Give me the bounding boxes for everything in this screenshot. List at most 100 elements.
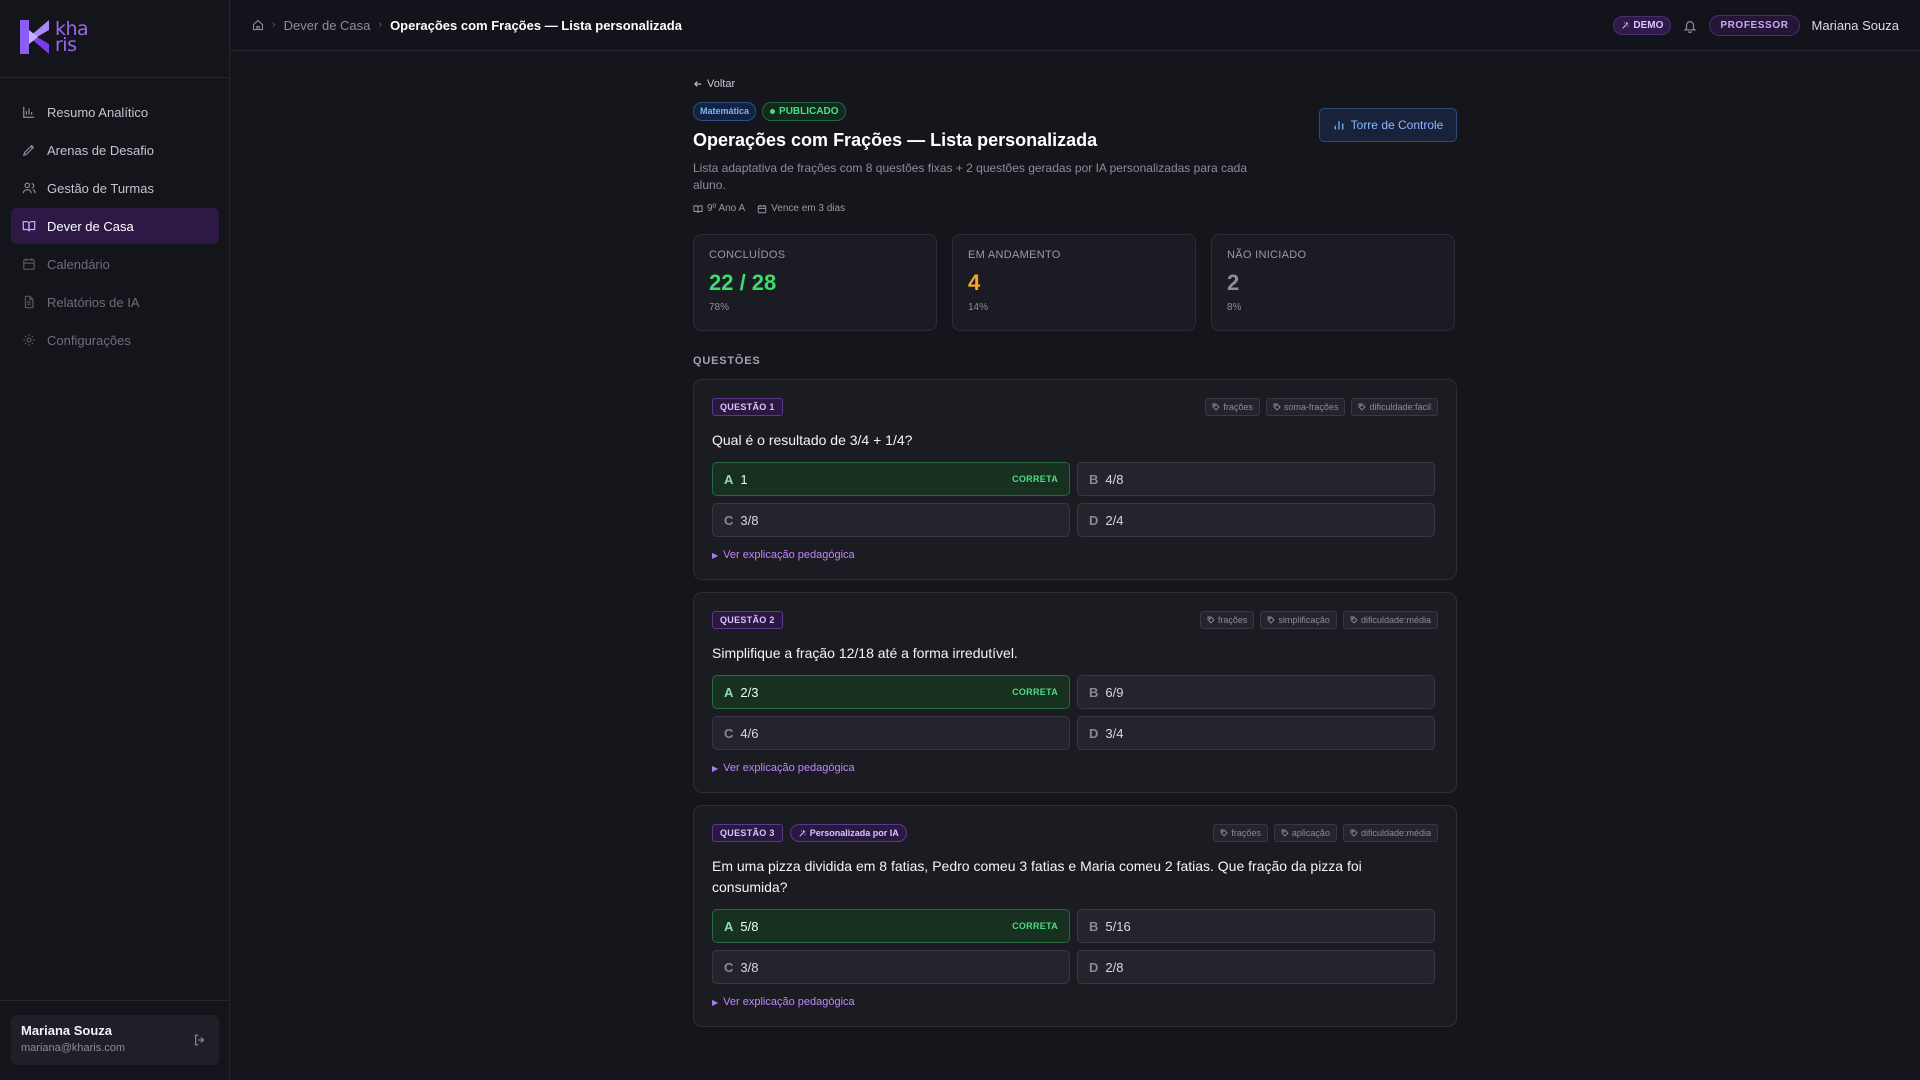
demo-badge: DEMO	[1613, 16, 1672, 35]
sidebar-item-label: Relatórios de IA	[47, 294, 140, 310]
correct-badge: CORRETA	[1012, 474, 1058, 484]
stats-row: CONCLUÍDOS 22 / 28 78% EM ANDAMENTO 4 14…	[693, 234, 1457, 331]
control-tower-button[interactable]: Torre de Controle	[1319, 108, 1457, 142]
option-b[interactable]: B 4/8	[1077, 462, 1435, 496]
user-email: mariana@kharis.com	[21, 1042, 126, 1054]
option-letter: B	[1089, 684, 1099, 700]
stat-value: 4	[968, 270, 981, 295]
option-c[interactable]: C 3/8	[712, 950, 1070, 984]
sidebar-divider	[0, 1000, 229, 1001]
class-label: 9º Ano A	[707, 203, 746, 214]
tag-label: dificuldade:fácil	[1369, 402, 1431, 412]
tag-label: frações	[1217, 615, 1248, 625]
option-text: 4/6	[740, 725, 759, 741]
question-options: A 2/3 CORRETA B 6/9 C 4/6 D 3/4	[712, 675, 1438, 750]
tag-icon	[1212, 403, 1221, 411]
question-text: Simplifique a fração 12/18 até a forma i…	[712, 645, 1018, 661]
tag-label: dificuldade:média	[1360, 828, 1431, 838]
tag-icon	[1273, 403, 1281, 411]
back-link[interactable]: Voltar	[693, 78, 1457, 90]
option-text: 2/8	[1105, 959, 1124, 975]
logout-icon[interactable]	[193, 1033, 207, 1047]
stat-percent: 14%	[968, 302, 989, 313]
tag-label: simplificação	[1278, 615, 1330, 625]
topbar-actions: DEMO PROFESSOR Mariana Souza	[1613, 0, 1899, 51]
sidebar-item-gestao-de-turmas[interactable]: Gestão de Turmas	[11, 170, 219, 206]
option-c[interactable]: C 4/6	[712, 716, 1070, 750]
option-letter: C	[724, 725, 734, 741]
option-text: 2/3	[740, 684, 759, 700]
option-b[interactable]: B 6/9	[1077, 675, 1435, 709]
question-options: A 5/8 CORRETA B 5/16 C 3/8 D 2/8	[712, 909, 1438, 984]
tag-label: frações	[1231, 828, 1261, 838]
question-card: QUESTÃO 1 frações soma-frações dificulda…	[693, 379, 1457, 580]
sidebar-item-configuracoes[interactable]: Configurações	[11, 322, 219, 358]
option-c[interactable]: C 3/8	[712, 503, 1070, 537]
tag: soma-frações	[1265, 398, 1346, 416]
explanation-toggle-label: Ver explicação pedagógica	[723, 549, 855, 561]
subject-badge: Matemática	[693, 102, 757, 121]
sidebar-item-resumo-analitico[interactable]: Resumo Analítico	[11, 94, 219, 130]
main-content: Voltar Matemática PUBLICADO Operações co…	[693, 78, 1457, 1027]
triangle-right-icon: ▶	[712, 763, 719, 773]
option-letter: D	[1089, 959, 1099, 975]
breadcrumb: › Dever de Casa › Operações com Frações …	[252, 18, 682, 33]
explanation-toggle[interactable]: ▶ Ver explicação pedagógica	[712, 549, 1438, 561]
sidebar-item-relatorios-de-ia[interactable]: Relatórios de IA	[11, 284, 219, 320]
chevron-right-icon: ›	[378, 19, 383, 31]
option-text: 2/4	[1105, 512, 1124, 528]
explanation-toggle-label: Ver explicação pedagógica	[723, 996, 855, 1008]
home-icon[interactable]	[252, 19, 264, 31]
user-card: Mariana Souza mariana@kharis.com	[11, 1015, 219, 1065]
sidebar-item-arenas-de-desafio[interactable]: Arenas de Desafio	[11, 132, 219, 168]
tag-label: frações	[1223, 402, 1253, 412]
topbar-user-name[interactable]: Mariana Souza	[1812, 18, 1899, 33]
sparkle-icon	[1622, 22, 1630, 29]
sidebar-item-label: Calendário	[47, 256, 110, 272]
option-b[interactable]: B 5/16	[1077, 909, 1435, 943]
due-info: Vence em 3 dias	[757, 203, 845, 214]
option-text: 3/8	[740, 959, 759, 975]
option-text: 5/16	[1105, 918, 1131, 934]
option-a[interactable]: A 5/8 CORRETA	[712, 909, 1070, 943]
option-a[interactable]: A 2/3 CORRETA	[712, 675, 1070, 709]
question-text: Qual é o resultado de 3/4 + 1/4?	[712, 432, 913, 448]
sidebar-item-calendario[interactable]: Calendário	[11, 246, 219, 282]
breadcrumb-item-dever-de-casa[interactable]: Dever de Casa	[284, 18, 371, 33]
book-open-icon	[22, 221, 36, 232]
bell-icon[interactable]	[1683, 19, 1697, 33]
tag: simplificação	[1260, 611, 1337, 629]
option-letter: A	[724, 471, 734, 487]
question-tags: frações aplicação dificuldade:média	[1213, 824, 1438, 842]
arrow-left-icon	[694, 81, 702, 87]
status-dot	[770, 109, 776, 114]
tag: frações	[1199, 611, 1255, 629]
option-d[interactable]: D 3/4	[1077, 716, 1435, 750]
sidebar-divider	[0, 77, 229, 78]
stat-card-em-andamento: EM ANDAMENTO 4 14%	[952, 234, 1196, 331]
pen-icon	[22, 144, 35, 157]
tag-icon	[1281, 829, 1289, 837]
sidebar-item-label: Gestão de Turmas	[47, 180, 154, 196]
tag-icon	[1220, 829, 1229, 837]
explanation-toggle[interactable]: ▶ Ver explicação pedagógica	[712, 996, 1438, 1008]
class-info: 9º Ano A	[693, 203, 745, 214]
explanation-toggle[interactable]: ▶ Ver explicação pedagógica	[712, 762, 1438, 774]
stat-value: 22 / 28	[709, 270, 777, 295]
assignment-meta: 9º Ano A Vence em 3 dias	[693, 203, 1457, 214]
question-card: QUESTÃO 2 frações simplificação dificuld…	[693, 592, 1457, 793]
option-d[interactable]: D 2/8	[1077, 950, 1435, 984]
question-tags: frações soma-frações dificuldade:fácil	[1205, 398, 1438, 416]
sidebar-item-dever-de-casa[interactable]: Dever de Casa	[11, 208, 219, 244]
ai-personalized-badge: Personalizada por IA	[789, 824, 907, 842]
stat-label: NÃO INICIADO	[1227, 249, 1307, 261]
app-logo[interactable]: kha ris	[18, 18, 101, 56]
stat-percent: 8%	[1227, 302, 1242, 313]
option-a[interactable]: A 1 CORRETA	[712, 462, 1070, 496]
option-d[interactable]: D 2/4	[1077, 503, 1435, 537]
tag: aplicação	[1273, 824, 1337, 842]
questions-section-title: QUESTÕES	[693, 355, 761, 367]
question-label: QUESTÃO 3	[712, 824, 783, 842]
stat-label: EM ANDAMENTO	[968, 249, 1061, 261]
bar-chart-icon	[23, 106, 35, 118]
